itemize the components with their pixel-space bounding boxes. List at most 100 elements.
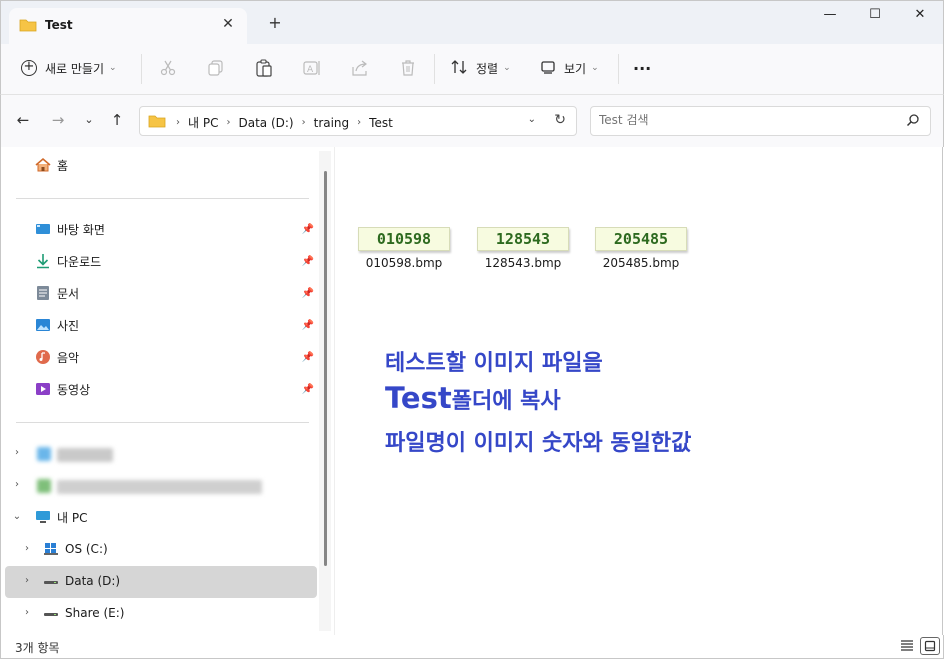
breadcrumb-item[interactable]: traing bbox=[314, 116, 350, 130]
share-icon[interactable] bbox=[350, 58, 370, 78]
annotation-bold-word: Test bbox=[385, 381, 452, 415]
sidebar-item-label: 내 PC bbox=[57, 510, 88, 525]
recent-locations-icon[interactable]: ⌄ bbox=[79, 113, 99, 133]
search-box[interactable] bbox=[590, 106, 931, 136]
breadcrumb-item[interactable]: Test bbox=[369, 116, 393, 130]
sidebar-item-documents[interactable]: 문서 bbox=[35, 281, 79, 305]
tab-test[interactable]: Test ✕ bbox=[9, 8, 247, 45]
sidebar-item-label: Share (E:) bbox=[65, 606, 125, 620]
sort-button[interactable]: 정렬 ⌄ bbox=[450, 56, 511, 80]
chevron-down-icon[interactable]: ⌄ bbox=[11, 511, 23, 522]
folder-icon bbox=[148, 114, 166, 131]
sidebar-scrollbar[interactable] bbox=[319, 151, 331, 631]
sidebar-item-downloads[interactable]: 다운로드 bbox=[35, 249, 101, 273]
copy-icon[interactable] bbox=[206, 58, 226, 78]
sidebar-item-this-pc[interactable]: 내 PC bbox=[35, 505, 87, 529]
chevron-right-icon[interactable]: › bbox=[21, 607, 33, 618]
file-list: 010598 010598.bmp 128543 128543.bmp 2054… bbox=[334, 147, 943, 635]
sidebar-item-drive-e[interactable]: Share (E:) bbox=[43, 601, 124, 625]
annotation-line-1: 테스트할 이미지 파일을 bbox=[385, 351, 603, 376]
sidebar-item-drive-c[interactable]: OS (C:) bbox=[43, 537, 108, 561]
pin-icon[interactable]: 📌 bbox=[301, 256, 315, 270]
chevron-right-icon: › bbox=[357, 117, 362, 128]
file-item[interactable]: 128543 128543.bmp bbox=[468, 227, 578, 270]
pin-icon[interactable]: 📌 bbox=[301, 224, 315, 238]
pin-icon[interactable]: 📌 bbox=[301, 288, 315, 302]
pin-icon[interactable]: 📌 bbox=[301, 352, 315, 366]
sidebar-item-label: Data (D:) bbox=[65, 574, 121, 588]
refresh-icon[interactable]: ↻ bbox=[554, 112, 566, 128]
desktop-icon bbox=[35, 221, 51, 237]
up-arrow-icon[interactable]: ↑ bbox=[107, 111, 127, 131]
sidebar-item-label: 음악 bbox=[57, 350, 80, 365]
chevron-down-icon: ⌄ bbox=[109, 63, 117, 73]
file-thumbnail: 010598 bbox=[358, 227, 450, 251]
thumbnail-view-icon[interactable] bbox=[920, 637, 940, 655]
redacted-icon bbox=[37, 447, 51, 461]
file-item[interactable]: 010598 010598.bmp bbox=[349, 227, 459, 270]
sidebar-item-desktop[interactable]: 바탕 화면 bbox=[35, 217, 105, 241]
chevron-right-icon[interactable]: › bbox=[11, 479, 23, 490]
sidebar-item-videos[interactable]: 동영상 bbox=[35, 377, 90, 401]
redacted-label[interactable] bbox=[57, 480, 262, 494]
sidebar-item-drive-d[interactable]: Data (D:) bbox=[43, 569, 120, 593]
drive-icon bbox=[43, 605, 59, 621]
sidebar-item-home[interactable]: 홈 bbox=[35, 153, 68, 177]
divider bbox=[16, 422, 309, 423]
sidebar-item-label: 사진 bbox=[57, 318, 80, 333]
redacted-label[interactable] bbox=[57, 448, 113, 462]
sidebar-item-pictures[interactable]: 사진 bbox=[35, 313, 79, 337]
annotation-line-3: 파일명이 이미지 숫자와 동일한값 bbox=[385, 431, 692, 456]
file-name: 010598.bmp bbox=[365, 256, 443, 270]
address-dropdown-icon[interactable]: ⌄ bbox=[528, 114, 536, 125]
new-tab-button[interactable]: + bbox=[265, 13, 285, 32]
pin-icon[interactable]: 📌 bbox=[301, 320, 315, 334]
view-label: 보기 bbox=[564, 61, 587, 76]
breadcrumb-item[interactable]: 내 PC bbox=[188, 114, 218, 131]
file-thumbnail: 205485 bbox=[595, 227, 687, 251]
address-bar[interactable]: › 내 PC › Data (D:) › traing › Test ⌄ ↻ bbox=[139, 106, 577, 136]
status-bar: 3개 항목 bbox=[0, 635, 944, 659]
search-icon[interactable] bbox=[906, 113, 920, 130]
minimize-button[interactable]: — bbox=[815, 7, 845, 27]
rename-icon[interactable]: A bbox=[302, 58, 322, 78]
chevron-right-icon[interactable]: › bbox=[21, 575, 33, 586]
cut-icon[interactable] bbox=[158, 58, 178, 78]
sort-icon bbox=[450, 59, 468, 78]
sort-label: 정렬 bbox=[476, 61, 499, 76]
close-button[interactable]: ✕ bbox=[905, 7, 935, 27]
pin-icon[interactable]: 📌 bbox=[301, 384, 315, 398]
back-arrow-icon[interactable]: ← bbox=[13, 111, 33, 131]
tab-title: Test bbox=[45, 18, 73, 32]
file-item[interactable]: 205485 205485.bmp bbox=[586, 227, 696, 270]
forward-arrow-icon[interactable]: → bbox=[48, 111, 68, 131]
breadcrumb: › 내 PC › Data (D:) › traing › Test bbox=[148, 114, 395, 131]
maximize-button[interactable]: ☐ bbox=[860, 7, 890, 27]
more-options-button[interactable]: ··· bbox=[633, 56, 651, 80]
chevron-right-icon: › bbox=[301, 117, 306, 128]
chevron-down-icon: ⌄ bbox=[503, 63, 511, 73]
music-icon bbox=[35, 349, 51, 365]
scrollbar-thumb[interactable] bbox=[324, 171, 327, 566]
chevron-right-icon[interactable]: › bbox=[11, 447, 23, 458]
divider bbox=[434, 54, 435, 84]
chevron-right-icon[interactable]: › bbox=[21, 543, 33, 554]
windows-drive-icon bbox=[43, 541, 59, 557]
details-view-icon[interactable] bbox=[897, 637, 917, 655]
delete-icon[interactable] bbox=[398, 58, 418, 78]
view-button[interactable]: 보기 ⌄ bbox=[540, 56, 599, 80]
chevron-right-icon: › bbox=[176, 117, 180, 128]
annotation-line-2-rest: 폴더에 복사 bbox=[451, 389, 561, 414]
folder-icon bbox=[19, 18, 37, 35]
sidebar-item-music[interactable]: 음악 bbox=[35, 345, 79, 369]
title-bar: Test ✕ + — ☐ ✕ bbox=[0, 0, 944, 45]
paste-icon[interactable] bbox=[254, 58, 274, 78]
breadcrumb-item[interactable]: Data (D:) bbox=[238, 116, 293, 130]
pictures-icon bbox=[35, 317, 51, 333]
redacted-icon bbox=[37, 479, 51, 493]
navigation-pane: 홈 바탕 화면 📌 다운로드 📌 문서 📌 사진 📌 음악 📌 동영상 📌 › … bbox=[0, 147, 334, 635]
tab-close-icon[interactable]: ✕ bbox=[219, 16, 237, 32]
new-button[interactable]: + 새로 만들기 ⌄ bbox=[21, 56, 117, 80]
command-bar: + 새로 만들기 ⌄ A 정렬 ⌄ 보기 ⌄ ··· bbox=[0, 44, 944, 95]
search-input[interactable] bbox=[599, 113, 889, 127]
